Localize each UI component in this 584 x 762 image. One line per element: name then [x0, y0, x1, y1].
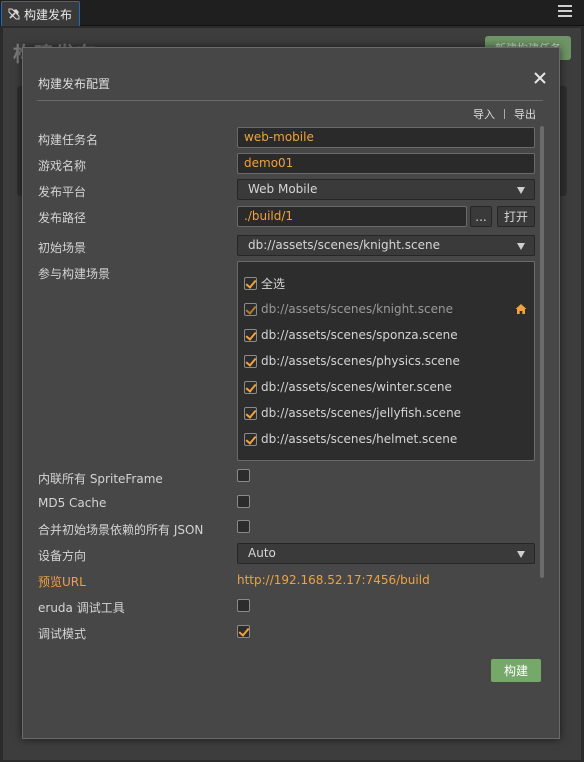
scene-checkbox[interactable] [244, 380, 257, 394]
list-item[interactable]: db://assets/scenes/winter.scene [244, 379, 452, 395]
browse-path-button[interactable]: ... [470, 206, 492, 227]
task-name-input[interactable]: web-mobile [237, 127, 535, 148]
list-item[interactable]: db://assets/scenes/jellyfish.scene [244, 405, 461, 421]
build-button[interactable]: 构建 [491, 659, 541, 682]
scene-path: db://assets/scenes/knight.scene [261, 302, 453, 316]
select-all-checkbox[interactable] [244, 276, 257, 290]
dialog-title: 构建发布配置 [38, 77, 111, 91]
start-scene-select[interactable]: db://assets/scenes/knight.scene [237, 235, 535, 256]
select-all-row[interactable]: 全选 [244, 275, 285, 291]
task-name-label: 构建任务名 [38, 133, 99, 147]
tab-build[interactable]: 构建发布 [1, 1, 80, 26]
build-config-dialog: 构建发布配置 导入 导出 构建任务名 web-mobile 游戏名称 demo0… [22, 47, 560, 739]
start-scene-value: db://assets/scenes/knight.scene [248, 238, 440, 252]
scene-checkbox[interactable] [244, 406, 257, 420]
chevron-down-icon [517, 187, 525, 194]
export-link[interactable]: 导出 [514, 106, 536, 122]
panel-tabbar: 构建发布 [0, 0, 584, 26]
list-item[interactable]: db://assets/scenes/physics.scene [244, 353, 460, 369]
orientation-value: Auto [248, 546, 276, 560]
debug-mode-checkbox[interactable] [237, 625, 250, 638]
orientation-label: 设备方向 [38, 549, 87, 563]
scene-path: db://assets/scenes/sponza.scene [261, 328, 458, 342]
scrollbar[interactable] [540, 126, 544, 578]
select-all-label: 全选 [261, 276, 286, 291]
home-icon [515, 304, 527, 314]
game-name-label: 游戏名称 [38, 159, 87, 173]
list-item[interactable]: db://assets/scenes/helmet.scene [244, 431, 457, 447]
scene-path: db://assets/scenes/winter.scene [261, 380, 452, 394]
import-link[interactable]: 导入 [473, 106, 495, 122]
scene-path: db://assets/scenes/helmet.scene [261, 432, 458, 446]
build-tools-icon [8, 8, 20, 20]
dialog-divider [37, 100, 543, 101]
inline-spriteframe-label: 内联所有 SpriteFrame [38, 472, 163, 486]
platform-select[interactable]: Web Mobile [237, 179, 535, 200]
scene-path: db://assets/scenes/physics.scene [261, 354, 460, 368]
scene-path: db://assets/scenes/jellyfish.scene [261, 406, 462, 420]
scenes-label: 参与构建场景 [38, 267, 111, 281]
platform-value: Web Mobile [248, 182, 318, 196]
close-icon[interactable] [533, 71, 547, 85]
start-scene-label: 初始场景 [38, 241, 87, 255]
tab-label: 构建发布 [24, 7, 73, 22]
scene-checkbox [244, 302, 257, 316]
scene-checkbox[interactable] [244, 328, 257, 342]
import-export-links: 导入 导出 [473, 106, 536, 122]
panel-menu-icon[interactable] [558, 5, 572, 19]
scene-checkbox[interactable] [244, 432, 257, 446]
scene-list: 全选 db://assets/scenes/knight.scene db://… [237, 261, 535, 461]
md5-cache-checkbox[interactable] [237, 495, 250, 508]
merge-json-checkbox[interactable] [237, 520, 250, 533]
eruda-label: eruda 调试工具 [38, 601, 125, 615]
list-item[interactable]: db://assets/scenes/sponza.scene [244, 327, 458, 343]
list-item: db://assets/scenes/knight.scene [244, 301, 453, 317]
open-path-button[interactable]: 打开 [497, 206, 535, 227]
build-path-input[interactable]: ./build/1 [237, 206, 467, 227]
link-divider [504, 109, 505, 119]
chevron-down-icon [517, 243, 525, 250]
debug-mode-label: 调试模式 [38, 627, 87, 641]
chevron-down-icon [517, 551, 525, 558]
merge-json-label: 合并初始场景依赖的所有 JSON [38, 523, 204, 537]
scene-checkbox[interactable] [244, 354, 257, 368]
inline-spriteframe-checkbox[interactable] [237, 469, 250, 482]
orientation-select[interactable]: Auto [237, 543, 535, 564]
preview-url-label: 预览URL [38, 575, 86, 589]
eruda-checkbox[interactable] [237, 599, 250, 612]
preview-url-link[interactable]: http://192.168.52.17:7456/build [237, 573, 430, 587]
platform-label: 发布平台 [38, 185, 87, 199]
build-path-label: 发布路径 [38, 211, 87, 225]
game-name-input[interactable]: demo01 [237, 153, 535, 174]
md5-cache-label: MD5 Cache [38, 496, 107, 510]
